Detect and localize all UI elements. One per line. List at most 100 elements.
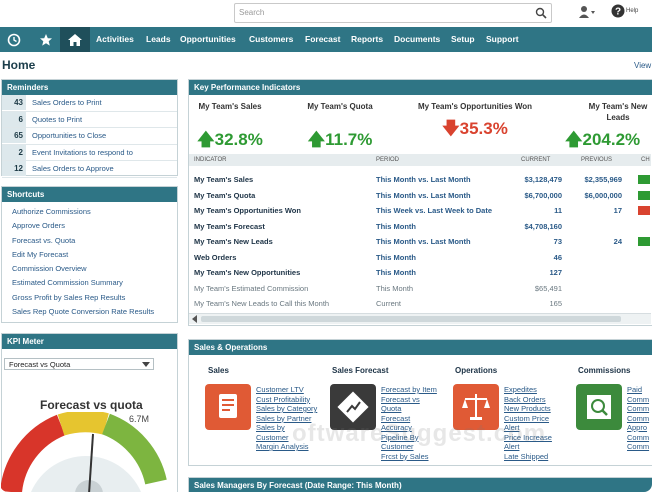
reminder-label[interactable]: Sales Orders to Approve (32, 161, 114, 176)
nav-reports[interactable]: Reports (351, 34, 383, 44)
table-row[interactable]: My Team's Estimated Commission This Mont… (189, 280, 651, 296)
commissions-link[interactable]: Comm (627, 404, 649, 414)
indicator-cell[interactable]: My Team's Sales (194, 175, 253, 184)
period-cell[interactable]: This Month vs. Last Month (376, 175, 471, 184)
top-bar: Search ? Help (0, 0, 652, 26)
sales-link[interactable]: Cust Profitability (256, 395, 317, 405)
shortcut-link[interactable]: Sales Rep Quote Conversion Rate Results (2, 305, 177, 319)
shortcut-link[interactable]: Authorize Commissions (2, 205, 177, 219)
reminder-item[interactable]: 6 Quotes to Print (2, 111, 177, 128)
indicator-cell[interactable]: My Team's New Opportunities (194, 268, 300, 277)
reminder-item[interactable]: 43 Sales Orders to Print (2, 95, 177, 112)
shortcut-link[interactable]: Forecast vs. Quota (2, 234, 177, 248)
scrollbar-thumb[interactable] (201, 316, 621, 322)
period-cell[interactable]: This Month vs. Last Month (376, 191, 471, 200)
shortcut-link[interactable]: Edit My Forecast (2, 248, 177, 262)
commissions-link[interactable]: Paid (627, 385, 649, 395)
nav-activities[interactable]: Activities (96, 34, 134, 44)
operations-link[interactable]: New Products (504, 404, 552, 414)
operations-link[interactable]: Back Orders (504, 395, 552, 405)
shortcut-link[interactable]: Approve Orders (2, 219, 177, 233)
column-header[interactable]: CH (641, 157, 650, 163)
up-arrow-icon: 🡅 (307, 130, 326, 149)
home-icon[interactable] (60, 27, 90, 52)
reminder-label[interactable]: Opportunities to Close (32, 128, 106, 143)
kpi-meter-select[interactable]: Forecast vs Quota (4, 358, 154, 370)
reminder-item[interactable]: 65 Opportunities to Close (2, 128, 177, 145)
commissions-link[interactable]: Comm (627, 442, 649, 452)
operations-link[interactable]: Expedites (504, 385, 552, 395)
sales-forecast-link[interactable]: Forecast by Item (381, 385, 437, 395)
commissions-link[interactable]: Comm (627, 433, 649, 443)
recent-icon[interactable] (0, 27, 28, 52)
sales-forecast-link[interactable]: Forecast vs (381, 395, 437, 405)
column-header[interactable]: PREVIOUS (581, 157, 612, 163)
sales-forecast-link[interactable]: Quota (381, 404, 437, 414)
favorites-star-icon[interactable] (32, 27, 60, 52)
kpi-card[interactable]: My Team's New Leads 🡅204.2% (565, 101, 652, 156)
table-row[interactable]: My Team's Opportunities Won This Week vs… (189, 202, 651, 218)
column-header[interactable]: INDICATOR (194, 157, 226, 163)
commissions-icon[interactable] (576, 384, 622, 430)
search-icon[interactable] (535, 7, 547, 19)
shortcut-link[interactable]: Estimated Commission Summary (2, 276, 177, 290)
shortcut-link[interactable]: Gross Profit by Sales Rep Results (2, 291, 177, 305)
period-cell[interactable]: Current (376, 299, 401, 308)
period-cell[interactable]: This Week vs. Last Week to Date (376, 206, 492, 215)
nav-setup[interactable]: Setup (451, 34, 475, 44)
nav-support[interactable]: Support (486, 34, 519, 44)
table-row[interactable]: My Team's Forecast This Month $4,708,160 (189, 218, 651, 234)
reminder-item[interactable]: 12 Sales Orders to Approve (2, 161, 177, 178)
reminder-label[interactable]: Event Invitations to respond to (32, 145, 133, 160)
column-header[interactable]: CURRENT (521, 157, 550, 163)
help-label[interactable]: Help (626, 8, 638, 14)
reminder-label[interactable]: Quotes to Print (32, 112, 82, 127)
shortcut-link[interactable]: Commission Overview (2, 262, 177, 276)
sales-report-icon[interactable] (205, 384, 251, 430)
nav-documents[interactable]: Documents (394, 34, 440, 44)
horizontal-scrollbar[interactable] (189, 313, 651, 324)
scroll-left-icon[interactable] (192, 315, 198, 323)
period-cell[interactable]: This Month (376, 253, 416, 262)
user-menu-icon[interactable] (578, 5, 596, 19)
commissions-link[interactable]: Comm (627, 414, 649, 424)
table-row[interactable]: My Team's Quota This Month vs. Last Mont… (189, 187, 651, 203)
table-row[interactable]: Web Orders This Month 46 (189, 249, 651, 265)
kpi-card[interactable]: My Team's Sales 🡅32.8% (190, 101, 270, 156)
period-cell[interactable]: This Month (376, 268, 416, 277)
kpi-card-value: 🡅32.8% (190, 127, 270, 156)
nav-customers[interactable]: Customers (249, 34, 293, 44)
indicator-cell[interactable]: My Team's New Leads to Call this Month (194, 299, 329, 308)
nav-forecast[interactable]: Forecast (305, 34, 340, 44)
reminder-item[interactable]: 2 Event Invitations to respond to (2, 144, 177, 161)
sales-link[interactable]: Customer LTV (256, 385, 317, 395)
nav-opportunities[interactable]: Opportunities (180, 34, 236, 44)
commissions-link[interactable]: Appro (627, 423, 649, 433)
sales-forecast-link[interactable]: Frcst by Sales (381, 452, 437, 462)
indicator-cell[interactable]: My Team's Estimated Commission (194, 284, 308, 293)
table-row[interactable]: My Team's New Opportunities This Month 1… (189, 264, 651, 280)
period-cell[interactable]: This Month (376, 284, 413, 293)
indicator-cell[interactable]: My Team's New Leads (194, 237, 273, 246)
help-icon[interactable]: ? (611, 4, 625, 18)
period-cell[interactable]: This Month vs. Last Month (376, 237, 471, 246)
nav-leads[interactable]: Leads (146, 34, 171, 44)
view-link[interactable]: View (634, 61, 651, 70)
search-input[interactable]: Search (234, 3, 552, 23)
table-row[interactable]: My Team's New Leads This Month vs. Last … (189, 233, 651, 249)
operations-link[interactable]: Late Shipped (504, 452, 552, 462)
kpi-card[interactable]: My Team's Opportunities Won 🡇35.3% (410, 101, 540, 145)
period-cell[interactable]: This Month (376, 222, 416, 231)
indicator-cell[interactable]: My Team's Forecast (194, 222, 265, 231)
table-row[interactable]: My Team's Sales This Month vs. Last Mont… (189, 171, 651, 187)
indicator-cell[interactable]: My Team's Quota (194, 191, 255, 200)
column-header[interactable]: PERIOD (376, 157, 399, 163)
indicator-cell[interactable]: My Team's Opportunities Won (194, 206, 301, 215)
sales-link[interactable]: Sales by Category (256, 404, 317, 414)
table-row[interactable]: My Team's New Leads to Call this Month C… (189, 295, 651, 311)
reminder-label[interactable]: Sales Orders to Print (32, 95, 102, 110)
commissions-link[interactable]: Comm (627, 395, 649, 405)
kpi-card[interactable]: My Team's Quota 🡅11.7% (295, 101, 385, 156)
dropdown-arrow-icon[interactable] (142, 362, 150, 368)
indicator-cell[interactable]: Web Orders (194, 253, 236, 262)
